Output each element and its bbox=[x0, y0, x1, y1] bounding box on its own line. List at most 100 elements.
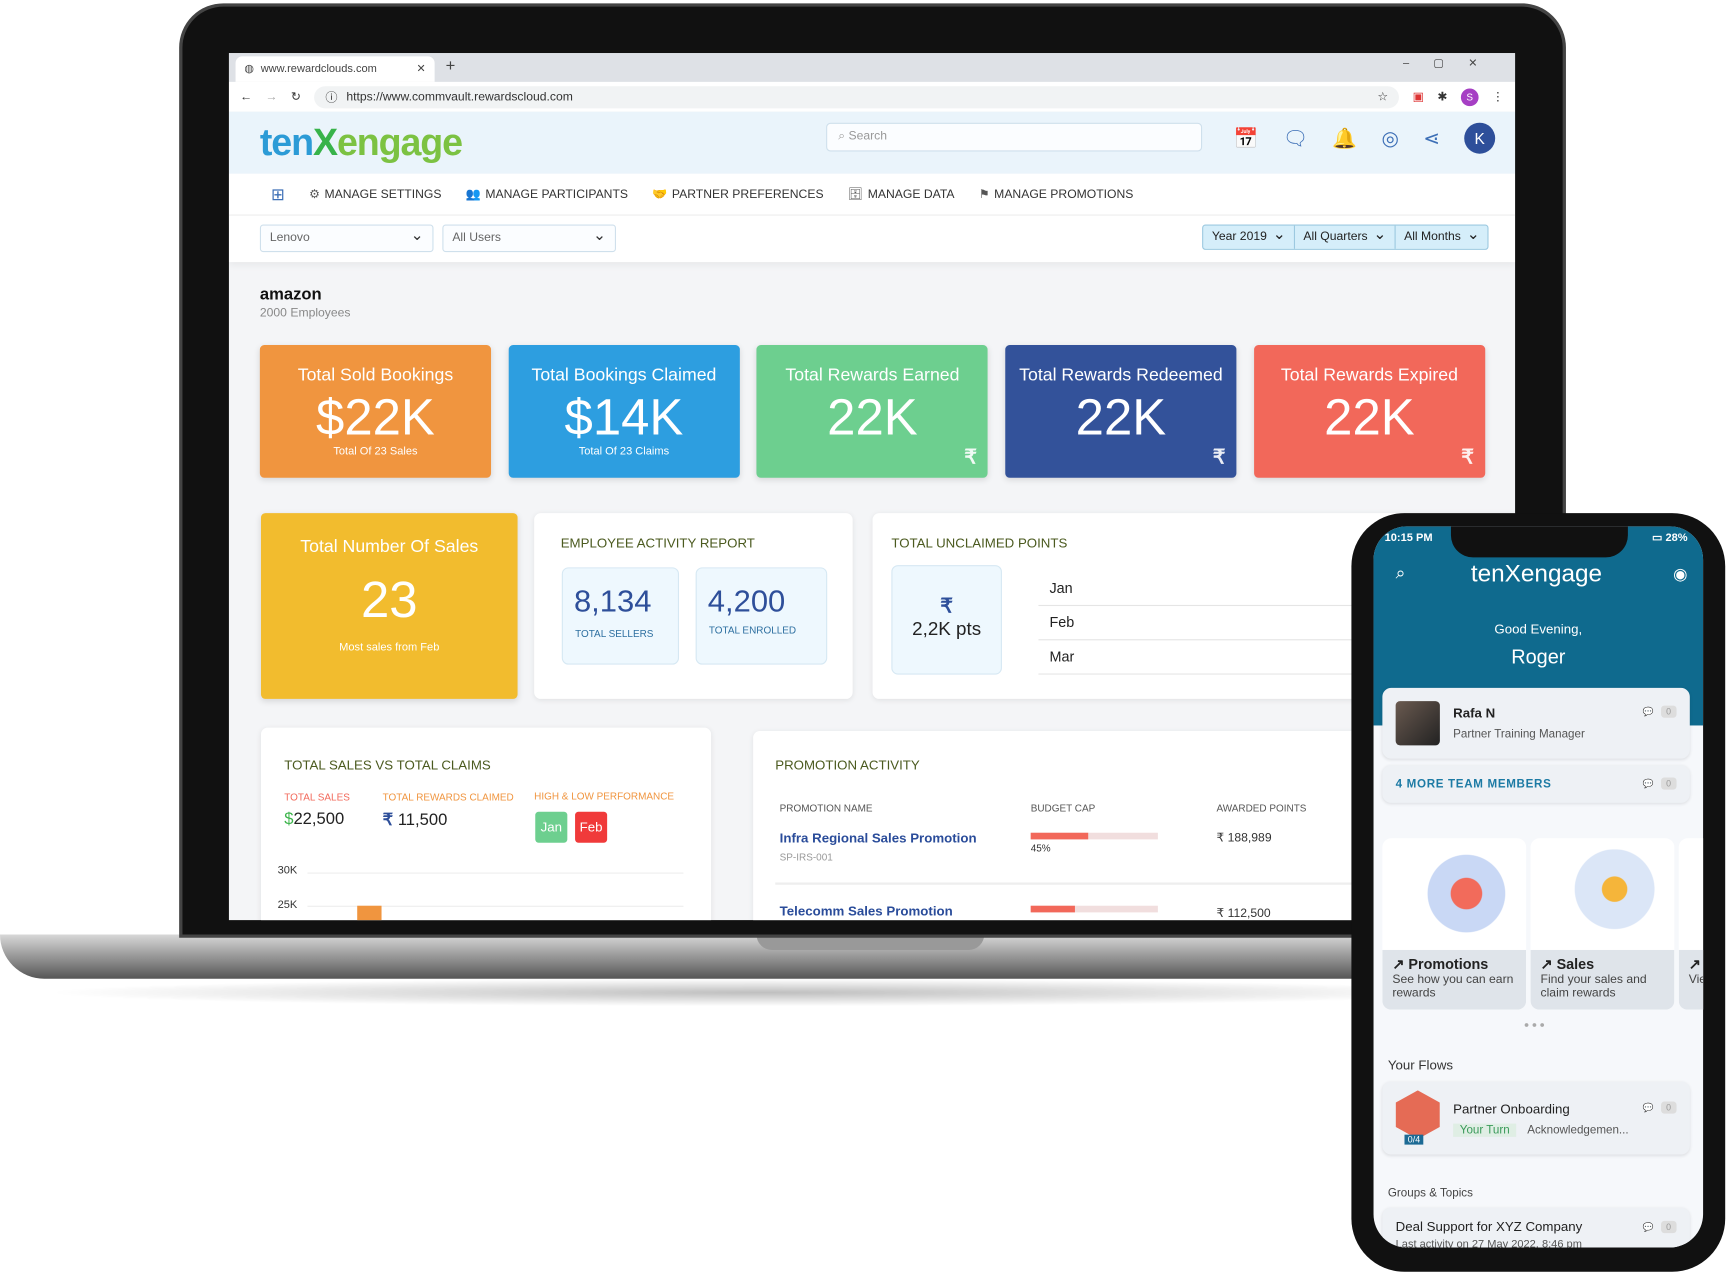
kpi-title: Total Rewards Expired bbox=[1280, 366, 1458, 385]
star-icon[interactable]: ☆ bbox=[1377, 90, 1388, 104]
contact-avatar bbox=[1395, 701, 1440, 746]
employee-count: 2000 Employees bbox=[259, 306, 351, 320]
y-tick: 25K bbox=[277, 899, 298, 912]
url-input[interactable]: ⓘ https://www.commvault.rewardscloud.com ☆ bbox=[314, 85, 1400, 108]
rewards-icon: ₹ bbox=[964, 445, 977, 468]
company-select[interactable]: Lenovo bbox=[259, 224, 434, 253]
user-avatar[interactable]: K bbox=[1464, 122, 1496, 154]
chat-icon[interactable]: 🗨 bbox=[1283, 127, 1308, 150]
chart-bar bbox=[357, 905, 382, 921]
calendar-icon[interactable]: 📅 bbox=[1234, 127, 1259, 150]
reload-icon[interactable]: ↻ bbox=[291, 90, 301, 104]
app-header: tenXengage ⌕ Search 📅 🗨 🔔 ◎ ⋖ K bbox=[228, 111, 1516, 174]
rewards-icon: ₹ bbox=[1212, 445, 1226, 468]
promotion-link[interactable]: Infra Regional Sales Promotion bbox=[780, 831, 977, 846]
rewards-coin-icon: ₹ bbox=[940, 594, 953, 618]
kpi-title: Total Sold Bookings bbox=[297, 366, 454, 385]
nav-manage-settings[interactable]: ⚙ MANAGE SETTINGS bbox=[309, 187, 441, 201]
budget-bar bbox=[1030, 905, 1158, 913]
nav-partner-preferences[interactable]: 🤝 PARTNER PREFERENCES bbox=[652, 187, 823, 201]
sales-vs-claims-card: TOTAL SALES VS TOTAL CLAIMS TOTAL SALES … bbox=[260, 727, 712, 921]
sales-illustration bbox=[1541, 849, 1664, 938]
phone-screen: 10:15 PM ▭ 28% ⌕ tenXengage ◉ Good Eveni… bbox=[1373, 526, 1704, 1248]
kpi-subtitle: Total Of 23 Claims bbox=[578, 445, 670, 458]
rewards-icon: ₹ bbox=[1461, 445, 1474, 468]
puzzle-icon[interactable]: ✱ bbox=[1437, 90, 1447, 104]
kpi-card: Total Rewards Earned 22K ₹ bbox=[756, 345, 989, 478]
total-sellers-tile: 8,134 TOTAL SELLERS bbox=[561, 567, 680, 665]
search-input[interactable]: ⌕ Search bbox=[826, 122, 1203, 152]
kpi-title: Total Bookings Claimed bbox=[531, 366, 717, 385]
browser-tab-bar: ◍ www.rewardclouds.com ✕ + –▢✕ bbox=[228, 53, 1516, 82]
total-number-of-sales-card: Total Number Of Sales 23 Most sales from… bbox=[260, 513, 518, 699]
extension-icon[interactable]: ▣ bbox=[1413, 90, 1425, 104]
window-controls[interactable]: –▢✕ bbox=[1403, 58, 1502, 70]
contact-card[interactable]: Rafa N Partner Training Manager 💬 0 bbox=[1382, 687, 1690, 759]
company-info: amazon 2000 Employees bbox=[260, 285, 351, 319]
chat-icon: 💬 bbox=[1642, 706, 1654, 717]
forward-icon[interactable]: → bbox=[265, 90, 277, 103]
kpi-title: Total Rewards Redeemed bbox=[1019, 366, 1223, 385]
kpi-value: 22K bbox=[827, 388, 918, 446]
main-nav: ⊞ ⚙ MANAGE SETTINGS 👥 MANAGE PARTICIPANTS … bbox=[228, 173, 1516, 216]
nav-manage-participants[interactable]: 👥 MANAGE PARTICIPANTS bbox=[466, 187, 628, 201]
month-row[interactable]: Jan bbox=[1038, 571, 1371, 607]
logo[interactable]: tenXengage bbox=[260, 121, 463, 164]
month-row[interactable]: Mar bbox=[1038, 639, 1371, 675]
support-icon[interactable]: ◎ bbox=[1381, 127, 1398, 150]
bell-icon[interactable]: 🔔 bbox=[1332, 127, 1357, 150]
total-sales-value: $22,500 bbox=[284, 809, 345, 829]
promotions-tile[interactable]: ↗ Promotions See how you can earn rewards bbox=[1382, 838, 1527, 1010]
laptop-screen: ◍ www.rewardclouds.com ✕ + –▢✕ ← → ↻ ⓘ https:… bbox=[228, 53, 1516, 921]
profile-avatar[interactable]: S bbox=[1460, 87, 1479, 106]
total-claimed-value: ₹ 11,500 bbox=[382, 810, 448, 830]
total-enrolled-tile: 4,200 TOTAL ENROLLED bbox=[695, 567, 828, 665]
phone-logo: tenXengage bbox=[1470, 559, 1603, 588]
more-team-members[interactable]: 4 MORE TEAM MEMBERS 💬 0 bbox=[1382, 765, 1690, 803]
group-card[interactable]: Deal Support for XYZ Company Last activi… bbox=[1382, 1207, 1690, 1248]
info-icon: ⓘ bbox=[325, 91, 338, 105]
new-tab-icon[interactable]: + bbox=[446, 56, 456, 75]
close-tab-icon[interactable]: ✕ bbox=[416, 63, 425, 75]
share-icon[interactable]: ⋖ bbox=[1423, 127, 1440, 150]
kpi-value: $14K bbox=[564, 388, 684, 446]
nav-manage-promotions[interactable]: ⚑ MANAGE PROMOTIONS bbox=[979, 187, 1134, 201]
company-name: amazon bbox=[259, 285, 322, 305]
laptop-shadow bbox=[44, 978, 1482, 1007]
profile-icon[interactable]: ◉ bbox=[1673, 564, 1687, 584]
rewards-icon: ₹ bbox=[382, 810, 394, 830]
kpi-value: 22K bbox=[1324, 388, 1415, 446]
kpi-title: Total Rewards Earned bbox=[785, 366, 960, 385]
kpi-card: Total Bookings Claimed $14K Total Of 23 Cl… bbox=[508, 345, 740, 478]
carousel-dots[interactable]: ● ● ● bbox=[1524, 1020, 1545, 1030]
browser-tab[interactable]: ◍ www.rewardclouds.com ✕ bbox=[235, 56, 435, 82]
promotion-link[interactable]: Telecomm Sales Promotion bbox=[780, 904, 953, 919]
nav-manage-data[interactable]: 🗄 MANAGE DATA bbox=[848, 187, 955, 201]
chat-icon: 💬 bbox=[1642, 1102, 1654, 1113]
kpi-card: Total Rewards Expired 22K ₹ bbox=[1253, 345, 1485, 478]
kpi-card: Total Sold Bookings $22K Total Of 23 Sales bbox=[259, 345, 492, 478]
grid-icon[interactable]: ⊞ bbox=[271, 184, 285, 204]
kpi-card: Total Rewards Redeemed 22K ₹ bbox=[1005, 345, 1237, 478]
menu-icon[interactable]: ⋮ bbox=[1492, 90, 1504, 104]
kpi-subtitle: Total Of 23 Sales bbox=[333, 445, 418, 458]
back-icon[interactable]: ← bbox=[240, 90, 252, 103]
month-select[interactable]: All Months bbox=[1395, 224, 1487, 249]
awarded-points: ₹ 112,500 bbox=[1216, 906, 1271, 921]
address-bar-row: ← → ↻ ⓘ https://www.commvault.rewardscloud.… bbox=[228, 81, 1516, 112]
low-performance-badge: Feb bbox=[575, 811, 608, 843]
month-row[interactable]: Feb bbox=[1038, 605, 1371, 641]
kpi-value: 22K bbox=[1075, 388, 1167, 446]
search-icon[interactable]: ⌕ bbox=[1396, 564, 1406, 584]
flow-card[interactable]: 0/4 Partner Onboarding Your Turn Acknowl… bbox=[1382, 1081, 1690, 1155]
high-performance-badge: Jan bbox=[535, 811, 568, 843]
third-tile[interactable]: ↗ Vie you bbox=[1678, 838, 1704, 1010]
year-select[interactable]: Year 2019 bbox=[1203, 224, 1295, 249]
phone-notch bbox=[1450, 526, 1628, 558]
chat-icon: 💬 bbox=[1642, 1222, 1654, 1232]
quarter-select[interactable]: All Quarters bbox=[1295, 224, 1396, 249]
sales-tile[interactable]: ↗ Sales Find your sales and claim rewards bbox=[1530, 838, 1675, 1010]
users-select[interactable]: All Users bbox=[442, 224, 616, 253]
flow-icon bbox=[1395, 1090, 1440, 1140]
chat-icon: 💬 bbox=[1642, 778, 1654, 789]
